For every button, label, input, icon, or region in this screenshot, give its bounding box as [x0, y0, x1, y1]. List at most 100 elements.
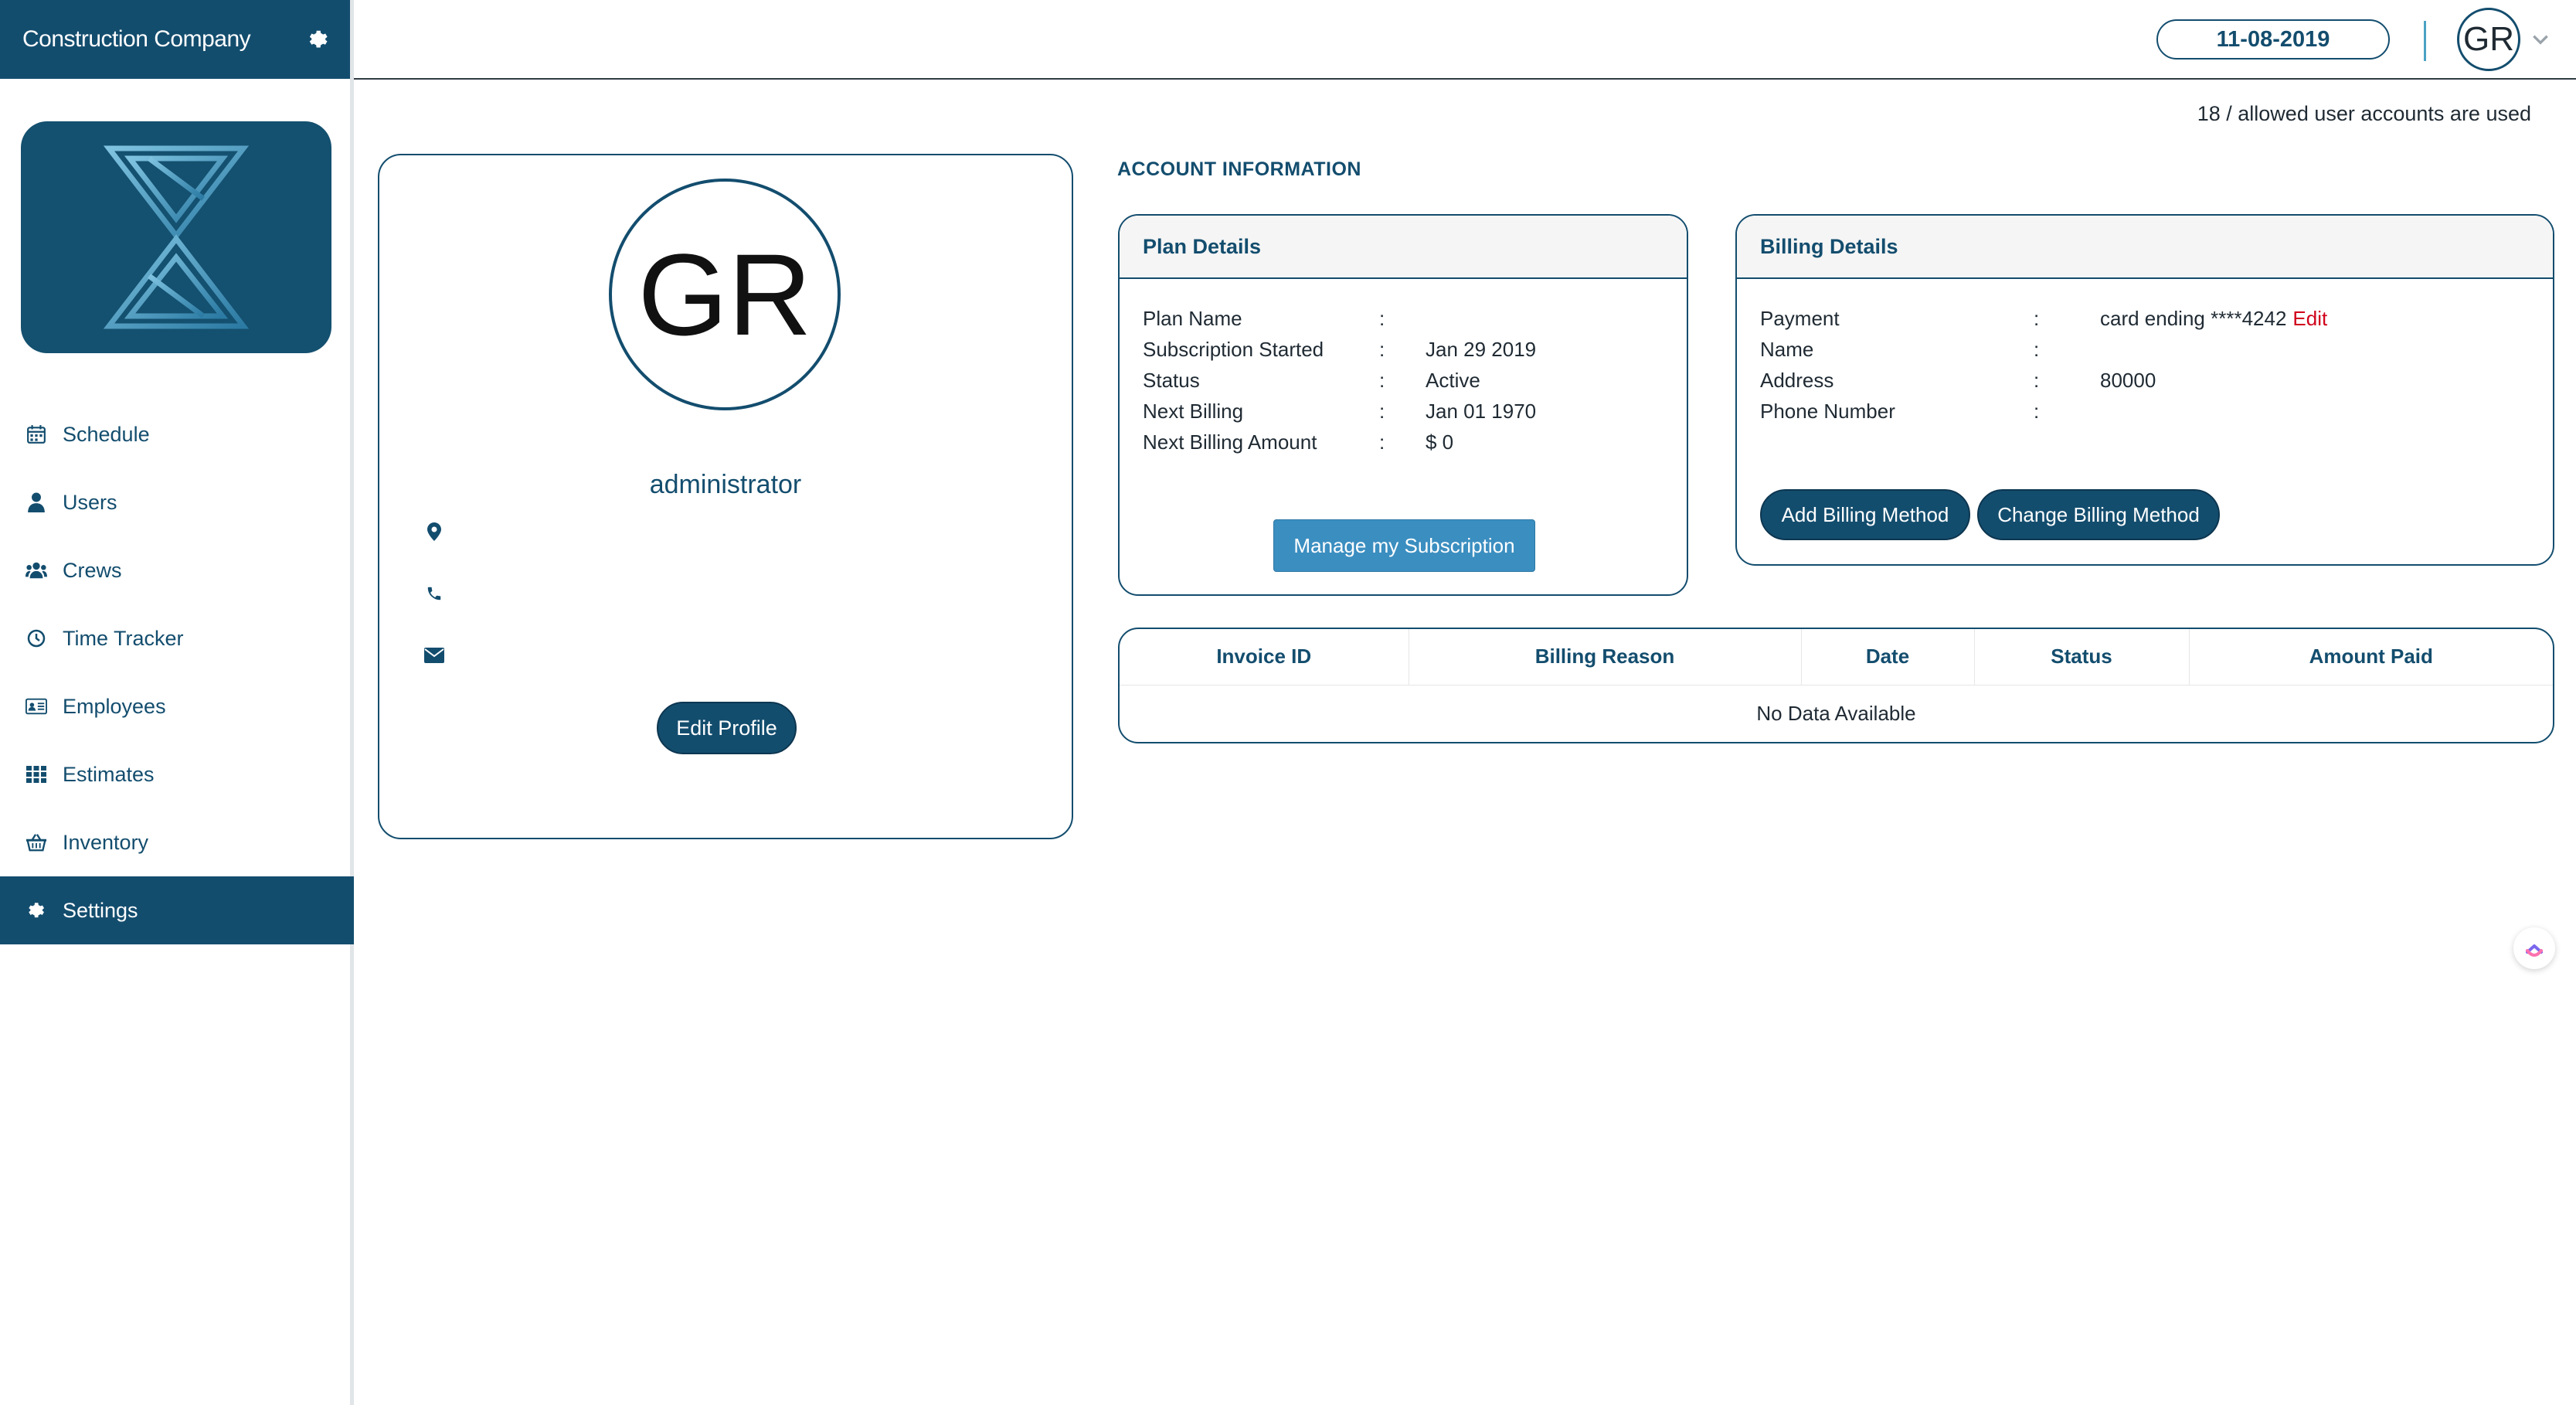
sidebar-item-time-tracker[interactable]: Time Tracker	[0, 604, 354, 672]
row-label: Status	[1143, 369, 1200, 392]
plan-details-panel: Plan Details Plan Name : Subscription St…	[1118, 214, 1688, 596]
sidebar-item-settings[interactable]: Settings	[0, 876, 354, 944]
row-separator: :	[1379, 338, 1385, 361]
row-label: Name	[1760, 338, 1814, 361]
panel-title: Plan Details	[1120, 216, 1687, 279]
phone-number-row: Phone Number :	[1760, 396, 2486, 427]
sidebar-item-label: Schedule	[63, 422, 150, 446]
plan-name-row: Plan Name :	[1143, 303, 1657, 334]
row-label: Address	[1760, 369, 1834, 392]
row-separator: :	[2034, 307, 2040, 330]
column-header-invoice-id[interactable]: Invoice ID	[1120, 629, 1409, 685]
row-value: $ 0	[1426, 430, 1454, 454]
help-widget-button[interactable]	[2513, 927, 2555, 969]
row-value: 80000	[2100, 369, 2156, 392]
account-information-heading: ACCOUNT INFORMATION	[1117, 158, 1361, 180]
sidebar-nav: Schedule Users Crews Time Tracker Employ…	[0, 400, 354, 944]
phone-icon	[423, 582, 446, 605]
billing-details-panel: Billing Details Payment : card ending **…	[1735, 214, 2554, 566]
row-separator: :	[1379, 430, 1385, 454]
date-picker[interactable]: 11-08-2019	[2156, 19, 2390, 60]
company-logo	[21, 121, 331, 353]
divider	[2424, 21, 2426, 61]
row-label: Subscription Started	[1143, 338, 1324, 361]
hourglass-logo-icon	[103, 145, 250, 329]
row-value	[2100, 396, 2486, 427]
sidebar-item-label: Estimates	[63, 762, 155, 786]
sidebar-item-users[interactable]: Users	[0, 468, 354, 536]
profile-role: administrator	[649, 470, 802, 499]
row-label: Phone Number	[1760, 400, 1895, 423]
calendar-icon	[25, 424, 47, 445]
location-icon	[423, 520, 446, 543]
row-value	[1426, 303, 1657, 334]
name-row: Name :	[1760, 334, 2486, 365]
sidebar-item-label: Settings	[63, 898, 138, 922]
brand-name: Construction Company	[22, 26, 251, 52]
row-separator: :	[2034, 369, 2040, 392]
sidebar-item-employees[interactable]: Employees	[0, 672, 354, 740]
address-row: Address : 80000	[1760, 365, 2486, 396]
row-value	[2100, 334, 2486, 365]
sidebar-item-estimates[interactable]: Estimates	[0, 740, 354, 808]
sidebar-item-label: Employees	[63, 694, 166, 718]
group-icon	[25, 560, 47, 581]
row-separator: :	[2034, 400, 2040, 423]
sidebar: Construction Company Schedule Users Crew…	[0, 0, 354, 1405]
basket-icon	[25, 832, 47, 853]
clock-icon	[25, 628, 47, 649]
column-header-date[interactable]: Date	[1801, 629, 1975, 685]
gear-icon	[25, 900, 47, 921]
top-bar: 11-08-2019 GR	[354, 0, 2576, 80]
row-separator: :	[1379, 369, 1385, 392]
chevron-down-icon[interactable]	[2530, 29, 2551, 49]
panel-title: Billing Details	[1737, 216, 2553, 279]
row-label: Plan Name	[1143, 307, 1242, 330]
gear-icon[interactable]	[307, 28, 330, 51]
sidebar-item-inventory[interactable]: Inventory	[0, 808, 354, 876]
grid-icon	[25, 764, 47, 785]
user-icon	[25, 492, 47, 513]
sidebar-item-label: Inventory	[63, 830, 149, 854]
sidebar-item-crews[interactable]: Crews	[0, 536, 354, 604]
column-header-billing-reason[interactable]: Billing Reason	[1409, 629, 1802, 685]
profile-card: GR administrator Edit Profile	[378, 154, 1073, 839]
row-value: card ending ****4242	[2100, 307, 2287, 330]
plan-details-list: Plan Name : Subscription Started : Jan 2…	[1143, 303, 1657, 458]
row-label: Next Billing	[1143, 400, 1244, 423]
row-value: Active	[1426, 369, 1480, 392]
column-header-amount-paid[interactable]: Amount Paid	[2189, 629, 2553, 685]
id-card-icon	[25, 696, 47, 717]
status-row: Status : Active	[1143, 365, 1657, 396]
invoice-table-panel: Invoice ID Billing Reason Date Status Am…	[1118, 628, 2554, 743]
sidebar-item-label: Crews	[63, 558, 122, 582]
add-billing-method-button[interactable]: Add Billing Method	[1760, 489, 1970, 540]
user-avatar[interactable]: GR	[2457, 8, 2520, 71]
envelope-icon	[423, 644, 446, 667]
brand-bar: Construction Company	[0, 0, 350, 79]
sidebar-item-schedule[interactable]: Schedule	[0, 400, 354, 468]
row-value: Jan 01 1970	[1426, 400, 1537, 423]
table-header-row: Invoice ID Billing Reason Date Status Am…	[1120, 629, 2553, 685]
edit-payment-link[interactable]: Edit	[2292, 307, 2327, 330]
sidebar-item-label: Users	[63, 490, 117, 514]
sidebar-item-label: Time Tracker	[63, 626, 184, 650]
row-label: Payment	[1760, 307, 1840, 330]
billing-details-list: Payment : card ending ****4242 Edit Name …	[1760, 303, 2486, 427]
change-billing-method-button[interactable]: Change Billing Method	[1977, 489, 2220, 540]
edit-profile-button[interactable]: Edit Profile	[657, 702, 797, 754]
row-value-wrap: card ending ****4242 Edit	[2100, 303, 2486, 334]
manage-subscription-button[interactable]: Manage my Subscription	[1273, 519, 1535, 572]
accounts-used-text: 18 / allowed user accounts are used	[2197, 102, 2531, 125]
table-row: No Data Available	[1120, 685, 2553, 742]
column-header-status[interactable]: Status	[1974, 629, 2190, 685]
subscription-started-row: Subscription Started : Jan 29 2019	[1143, 334, 1657, 365]
row-separator: :	[1379, 400, 1385, 423]
invoice-table: Invoice ID Billing Reason Date Status Am…	[1120, 629, 2553, 742]
row-separator: :	[2034, 338, 2040, 361]
payment-row: Payment : card ending ****4242 Edit	[1760, 303, 2486, 334]
row-label: Next Billing Amount	[1143, 430, 1317, 454]
empty-table-message: No Data Available	[1756, 701, 1916, 725]
next-billing-amount-row: Next Billing Amount : $ 0	[1143, 427, 1657, 458]
row-value: Jan 29 2019	[1426, 338, 1537, 361]
